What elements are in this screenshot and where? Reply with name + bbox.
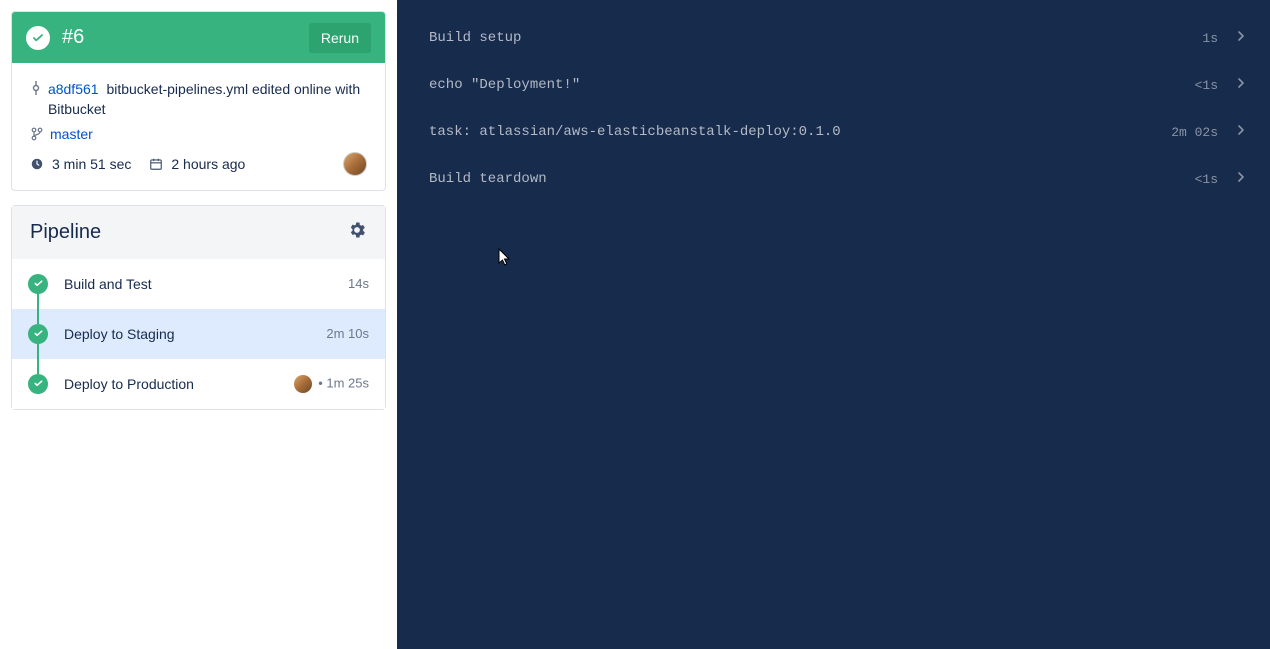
step-name: Build and Test: [64, 276, 348, 292]
log-time: 2m 02s: [1171, 125, 1218, 140]
step-success-icon: [28, 324, 48, 344]
log-text: echo "Deployment!": [429, 77, 1195, 93]
chevron-right-icon: [1236, 124, 1246, 140]
rerun-button[interactable]: Rerun: [309, 23, 371, 53]
log-time: 1s: [1202, 31, 1218, 46]
step-connector: [37, 294, 39, 324]
pipeline-step[interactable]: Deploy to Staging 2m 10s: [12, 309, 385, 359]
build-number: #6: [62, 26, 309, 49]
success-check-icon: [26, 26, 50, 50]
branch-name[interactable]: master: [50, 126, 93, 142]
avatar: [294, 375, 312, 393]
log-text: task: atlassian/aws-elasticbeanstalk-dep…: [429, 124, 1171, 140]
avatar[interactable]: [343, 152, 367, 176]
step-name: Deploy to Staging: [64, 326, 326, 342]
log-line[interactable]: Build teardown <1s: [429, 169, 1246, 189]
pipeline-step[interactable]: Build and Test 14s: [12, 259, 385, 309]
step-time: • 1m 25s: [294, 375, 369, 393]
step-time: 14s: [348, 276, 369, 291]
build-summary-card: #6 Rerun a8df561 bitbucket-pipelines.yml…: [11, 11, 386, 191]
duration: 3 min 51 sec: [30, 156, 131, 172]
step-connector: [37, 344, 39, 374]
log-panel: Build setup 1s echo "Deployment!" <1s ta…: [397, 0, 1270, 649]
log-text: Build teardown: [429, 171, 1195, 187]
step-success-icon: [28, 274, 48, 294]
log-text: Build setup: [429, 30, 1202, 46]
calendar-icon: [149, 157, 165, 171]
step-time: 2m 10s: [326, 326, 369, 341]
build-header: #6 Rerun: [12, 12, 385, 63]
pipeline-title: Pipeline: [30, 221, 101, 244]
pipeline-card: Pipeline Build and Test 14s Deploy to St…: [11, 205, 386, 410]
chevron-right-icon: [1236, 30, 1246, 46]
commit-link[interactable]: a8df561 bitbucket-pipelines.yml edited o…: [30, 79, 367, 120]
timestamp: 2 hours ago: [149, 156, 245, 172]
pipeline-step[interactable]: Deploy to Production • 1m 25s: [12, 359, 385, 409]
clock-icon: [30, 157, 46, 171]
log-time: <1s: [1195, 172, 1218, 187]
log-time: <1s: [1195, 78, 1218, 93]
gear-icon[interactable]: [347, 220, 367, 245]
chevron-right-icon: [1236, 171, 1246, 187]
branch-icon: [30, 127, 44, 141]
step-success-icon: [28, 374, 48, 394]
chevron-right-icon: [1236, 77, 1246, 93]
log-line[interactable]: Build setup 1s: [429, 28, 1246, 48]
step-name: Deploy to Production: [64, 376, 294, 392]
commit-hash[interactable]: a8df561: [48, 81, 99, 97]
log-line[interactable]: echo "Deployment!" <1s: [429, 75, 1246, 95]
branch-link[interactable]: master: [30, 126, 367, 142]
log-line[interactable]: task: atlassian/aws-elasticbeanstalk-dep…: [429, 122, 1246, 142]
commit-icon: [30, 79, 42, 95]
